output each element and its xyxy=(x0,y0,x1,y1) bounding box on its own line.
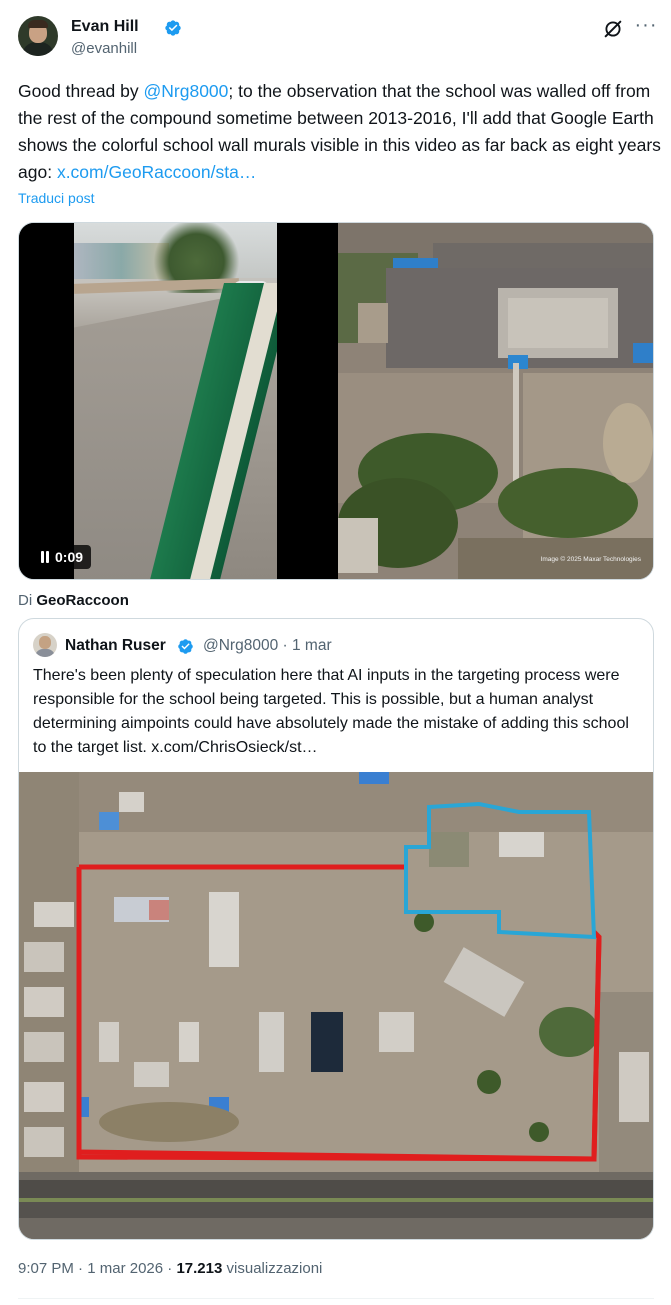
video-duration: 0:09 xyxy=(55,549,84,565)
tweet-text-part: Good thread by xyxy=(18,81,144,101)
translate-post-link[interactable]: Traduci post xyxy=(18,190,95,206)
quoted-author-avatar[interactable] xyxy=(33,633,57,657)
mention-link[interactable]: @Nrg8000 xyxy=(144,81,229,101)
url-link[interactable]: x.com/GeoRaccoon/sta… xyxy=(57,162,256,182)
quoted-satellite-map[interactable] xyxy=(19,772,653,1239)
quoted-date[interactable]: 1 mar xyxy=(292,637,332,654)
tweet-time[interactable]: 9:07 PM xyxy=(18,1260,74,1277)
more-icon[interactable]: ··· xyxy=(634,15,658,40)
quoted-text: There's been plenty of speculation here … xyxy=(33,667,629,756)
views-label: visualizzazioni xyxy=(226,1260,323,1277)
satellite-image[interactable]: Image © 2025 Maxar Technologies xyxy=(338,223,653,579)
attribution-source[interactable]: GeoRaccoon xyxy=(36,592,129,609)
grok-icon[interactable] xyxy=(602,18,624,40)
view-count: 17.213 xyxy=(176,1260,223,1277)
verified-badge-icon xyxy=(178,639,193,654)
tweet-metadata: 9:07 PM · 1 mar 2026 · 17.213 visualizza… xyxy=(18,1260,323,1277)
quoted-author-handle[interactable]: @Nrg8000 xyxy=(203,637,278,654)
quoted-author-name[interactable]: Nathan Ruser xyxy=(65,637,166,655)
attribution: Di GeoRaccoon xyxy=(18,592,129,609)
satellite-image-graphic xyxy=(338,223,653,579)
satellite-map-graphic xyxy=(19,772,653,1239)
quoted-author-meta: @Nrg8000 · 1 mar xyxy=(203,637,332,654)
author-avatar[interactable] xyxy=(18,16,58,56)
attribution-prefix: Di xyxy=(18,592,33,609)
author-name[interactable]: Evan Hill xyxy=(71,18,139,36)
video-duration-badge[interactable]: 0:09 xyxy=(33,545,92,569)
image-credit: Image © 2025 Maxar Technologies xyxy=(540,556,641,563)
verified-badge-icon xyxy=(165,20,181,36)
tweet-date[interactable]: 1 mar 2026 xyxy=(87,1260,163,1277)
tweet-header: Evan Hill @evanhill ··· xyxy=(18,15,658,64)
media-grid: 0:09 Image © 2025 Maxar Technologies xyxy=(18,222,654,580)
video-frame xyxy=(74,223,277,579)
divider xyxy=(18,1298,654,1299)
video-player[interactable]: 0:09 xyxy=(19,223,336,579)
author-handle[interactable]: @evanhill xyxy=(71,40,137,57)
pause-icon[interactable] xyxy=(40,551,50,563)
quoted-tweet[interactable]: Nathan Ruser @Nrg8000 · 1 mar There's be… xyxy=(18,618,654,1240)
tweet-text: Good thread by @Nrg8000; to the observat… xyxy=(18,78,663,186)
